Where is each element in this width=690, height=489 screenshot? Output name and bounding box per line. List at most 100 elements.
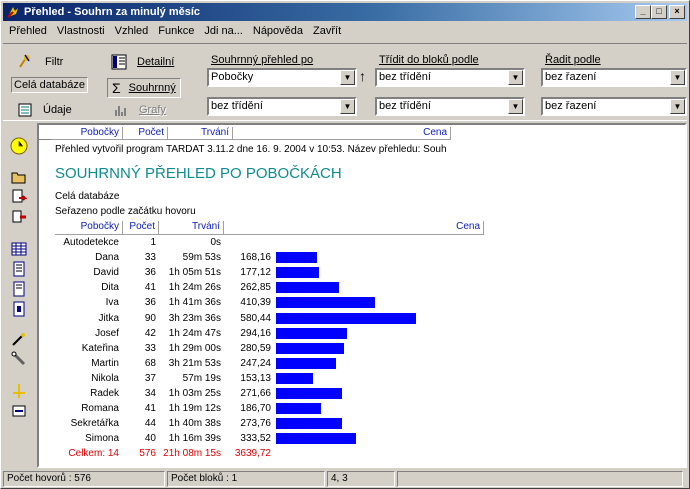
cell-count: 36 [144, 267, 156, 279]
graphs-button[interactable]: Grafy [113, 102, 166, 118]
database-button[interactable]: Celá databáze [11, 77, 88, 93]
order-select-2[interactable]: bez řazení ▼ [541, 97, 687, 116]
cell-duration: 1h 24m 47s [168, 327, 221, 339]
maximize-button[interactable]: □ [651, 5, 667, 19]
cell-price: 273,76 [240, 418, 271, 430]
col-header-count[interactable]: Počet [123, 127, 168, 140]
order-value-2: bez řazení [545, 100, 597, 112]
table-row: Simona 40 1h 16m 39s 333,52 [55, 431, 484, 446]
cell-duration: 1h 16m 39s [168, 433, 221, 445]
menu-zavrit[interactable]: Zavřít [307, 25, 345, 37]
summary-button[interactable]: Σ Souhrnný [107, 78, 181, 98]
th-price: Cena [224, 221, 484, 235]
main-window: Přehled - Souhrn za minulý měsíc _ □ × P… [0, 0, 690, 489]
price-bar [276, 433, 357, 445]
price-bar [276, 357, 336, 369]
document-2-icon[interactable] [11, 281, 27, 297]
table-row: Dana 33 59m 53s 168,16 [55, 250, 484, 265]
print-icon[interactable] [11, 209, 27, 225]
cell-count: 1 [150, 237, 156, 249]
document-icon[interactable] [11, 261, 27, 277]
column-width-icon[interactable] [11, 383, 27, 399]
minimize-button[interactable]: _ [635, 5, 651, 19]
cell-count: 44 [144, 418, 156, 430]
total-row: Celkem: 14 576 21h 08m 15s 3639,72 [55, 446, 484, 461]
summary-by-select[interactable]: Pobočky ▼ [207, 68, 357, 87]
close-button[interactable]: × [669, 5, 685, 19]
sort-blocks-select[interactable]: bez třídění ▼ [375, 68, 525, 87]
filter-button[interactable]: Filtr [17, 54, 63, 70]
cell-duration: 57m 19s [182, 372, 221, 384]
table-body: Autodetekce 1 0s Dana 33 59m 53s 168,16 David 36… [55, 235, 484, 446]
price-bar [276, 252, 317, 264]
report-info: Přehled vytvořil program TARDAT 3.11.2 d… [55, 144, 447, 155]
bar-cell [274, 357, 484, 369]
price-bar [276, 282, 340, 294]
menu-vlastnosti[interactable]: Vlastnosti [51, 25, 109, 37]
menu-funkce[interactable]: Funkce [152, 25, 198, 37]
sort-direction-button[interactable]: ↑ [359, 68, 366, 84]
cell-duration: 0s [210, 237, 221, 249]
summary-label: Souhrnný [128, 82, 176, 94]
cell-count: 41 [144, 282, 156, 294]
open-folder-icon[interactable] [11, 169, 27, 185]
bar-cell [274, 418, 484, 430]
detail-button[interactable]: Detailní [111, 54, 174, 70]
title-bar[interactable]: Přehled - Souhrn za minulý měsíc _ □ × [3, 3, 687, 21]
cell-branch: David [93, 267, 119, 279]
total-label: Celkem: 14 [68, 448, 119, 460]
bar-cell [274, 267, 484, 279]
database-label: Celá databáze [14, 79, 85, 91]
cell-price: 168,16 [240, 252, 271, 264]
magic-wand-icon[interactable] [11, 331, 27, 347]
cell-duration: 1h 41m 36s [168, 297, 221, 309]
menu-prehled[interactable]: Přehled [3, 25, 51, 37]
cell-price: 333,52 [240, 433, 271, 445]
col-header-duration[interactable]: Trvání [168, 127, 233, 140]
export-icon[interactable] [11, 189, 27, 205]
summary-table: Pobočky Počet Trvání Cena Autodetekce 1 0s… [55, 221, 484, 461]
chevron-down-icon: ▼ [340, 99, 355, 114]
status-bar: Počet hovorů : 576 Počet bloků : 1 4, 3 [3, 471, 687, 488]
cell-branch: Dana [95, 252, 119, 264]
cell-price: 410,39 [240, 297, 271, 309]
th-branch: Pobočky [55, 221, 123, 235]
menu-napoveda[interactable]: Nápověda [247, 25, 307, 37]
table-row: Autodetekce 1 0s [55, 235, 484, 250]
sort-blocks-select-2[interactable]: bez třídění ▼ [375, 97, 525, 116]
chevron-down-icon: ▼ [508, 99, 523, 114]
col-header-price[interactable]: Cena [233, 127, 451, 140]
row-height-icon[interactable] [11, 403, 27, 419]
chevron-down-icon: ▼ [340, 70, 355, 85]
chevron-down-icon: ▼ [670, 70, 685, 85]
data-icon [18, 103, 32, 117]
cell-count: 36 [144, 297, 156, 309]
sort-blocks-value-2: bez třídění [379, 100, 431, 112]
order-label: Řadit podle [545, 54, 601, 66]
data-button[interactable]: Údaje [17, 102, 72, 118]
menu-vzhled[interactable]: Vzhled [109, 25, 153, 37]
cell-branch: Autodetekce [63, 237, 119, 249]
cell-price: 186,70 [240, 403, 271, 415]
document-3-icon[interactable] [11, 301, 27, 317]
cell-count: 68 [144, 357, 156, 369]
cell-count: 33 [144, 342, 156, 354]
cell-count: 34 [144, 387, 156, 399]
price-bar [276, 267, 319, 279]
wrench-icon[interactable] [11, 351, 27, 367]
col-header-branch[interactable]: Pobočky [51, 127, 123, 140]
bar-cell [274, 342, 484, 354]
menu-jdi-na[interactable]: Jdi na... [198, 25, 247, 37]
cell-branch: Kateřina [81, 342, 119, 354]
table-header: Pobočky Počet Trvání Cena [55, 221, 484, 235]
summary-by-select-2[interactable]: bez třídění ▼ [207, 97, 357, 116]
clock-icon[interactable] [10, 137, 28, 155]
table-row: Iva 36 1h 41m 36s 410,39 [55, 295, 484, 310]
table-view-icon[interactable] [11, 241, 27, 257]
bar-cell [274, 282, 484, 294]
report-view[interactable]: Pobočky Počet Trvání Cena Přehled vytvoř… [37, 123, 687, 468]
table-row: Jitka 90 3h 23m 36s 580,44 [55, 310, 484, 325]
order-select[interactable]: bez řazení ▼ [541, 68, 687, 87]
bar-cell [274, 327, 484, 339]
table-row: Josef 42 1h 24m 47s 294,16 [55, 326, 484, 341]
